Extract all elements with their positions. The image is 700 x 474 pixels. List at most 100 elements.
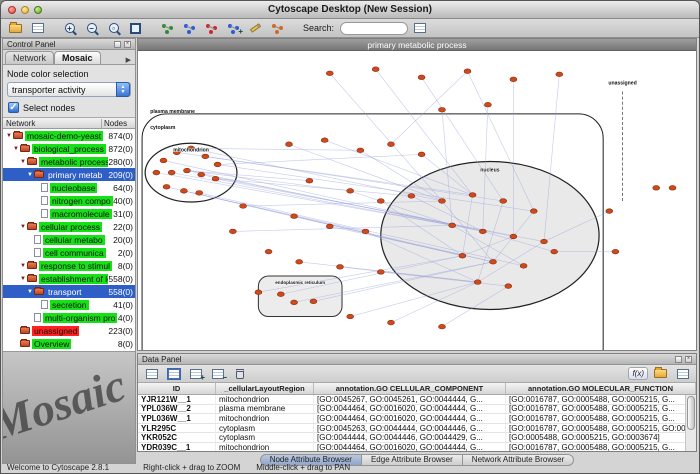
tree-column-network[interactable]: Network xyxy=(3,119,101,128)
graph-node[interactable] xyxy=(510,234,517,239)
tree-item-response-to-stimul[interactable]: ▼response to stimul8(0) xyxy=(3,259,135,272)
graph-node[interactable] xyxy=(479,229,486,234)
graph-node[interactable] xyxy=(606,209,613,214)
graph-node[interactable] xyxy=(357,148,364,153)
graph-node[interactable] xyxy=(321,138,328,143)
close-window-button[interactable] xyxy=(8,6,16,14)
graph-node[interactable] xyxy=(520,264,527,269)
graph-node[interactable] xyxy=(449,223,456,228)
tab-network[interactable]: Network xyxy=(5,51,54,64)
graph-node[interactable] xyxy=(377,199,384,204)
graph-node[interactable] xyxy=(484,102,491,107)
column-header-col3[interactable]: annotation.GO MOLECULAR_FUNCTION xyxy=(506,383,696,394)
graph-node[interactable] xyxy=(265,249,272,254)
graph-node[interactable] xyxy=(296,259,303,264)
graph-node[interactable] xyxy=(163,184,170,189)
column-header-col2[interactable]: annotation.GO CELLULAR_COMPONENT xyxy=(314,383,506,394)
tree-item-primary-metab[interactable]: ▼primary metab209(0) xyxy=(3,168,135,181)
tree-item-cellular-process[interactable]: ▼cellular process22(0) xyxy=(3,220,135,233)
edit-attributes-button[interactable] xyxy=(164,366,183,382)
expand-arrow-icon[interactable]: ▼ xyxy=(26,172,34,178)
graph-node[interactable] xyxy=(408,194,415,199)
tree-item-biological-process[interactable]: ▼biological_process872(0) xyxy=(3,142,135,155)
graph-node[interactable] xyxy=(286,142,293,147)
window-titlebar[interactable]: Cytoscape Desktop (New Session) xyxy=(1,1,699,19)
search-options-button[interactable] xyxy=(410,20,429,36)
expand-arrow-icon[interactable]: ▼ xyxy=(19,224,27,230)
attribute-matrix-button[interactable] xyxy=(673,366,692,382)
expand-arrow-icon[interactable]: ▼ xyxy=(12,146,20,152)
close-panel-icon[interactable]: × xyxy=(124,41,131,48)
graph-node[interactable] xyxy=(377,270,384,275)
tree-column-nodes[interactable]: Nodes xyxy=(101,119,135,128)
open-session-button[interactable] xyxy=(6,20,25,36)
expand-arrow-icon[interactable]: ▼ xyxy=(5,133,13,139)
graph-node[interactable] xyxy=(510,77,517,82)
scrollbar-thumb[interactable] xyxy=(687,396,695,430)
float-panel-icon[interactable] xyxy=(675,356,682,363)
graph-node[interactable] xyxy=(418,152,425,157)
network-canvas[interactable]: plasma membranecytoplasmmitochondrionnuc… xyxy=(138,51,696,350)
graph-node[interactable] xyxy=(469,193,476,198)
graph-node[interactable] xyxy=(551,249,558,254)
annotation-button[interactable] xyxy=(246,20,265,36)
graph-node[interactable] xyxy=(669,185,676,190)
close-panel-icon[interactable]: × xyxy=(685,356,692,363)
zoom-window-button[interactable] xyxy=(34,6,42,14)
graph-node[interactable] xyxy=(240,204,247,209)
tree-item-overview[interactable]: Overview8(0) xyxy=(3,337,135,350)
graph-node[interactable] xyxy=(291,300,298,305)
graph-node[interactable] xyxy=(347,314,354,319)
clear-selection-button[interactable] xyxy=(230,366,249,382)
table-scrollbar[interactable] xyxy=(685,395,696,451)
graph-node[interactable] xyxy=(612,249,619,254)
color-mode-dropdown[interactable]: transporter activity ▲▼ xyxy=(7,82,131,97)
expand-arrow-icon[interactable]: ▼ xyxy=(19,263,27,269)
tree-item-transport[interactable]: ▼transport558(0) xyxy=(3,285,135,298)
graph-node[interactable] xyxy=(202,154,209,159)
graph-node[interactable] xyxy=(388,142,395,147)
tree-item-nitrogen-compo[interactable]: nitrogen compo40(0) xyxy=(3,194,135,207)
graph-node[interactable] xyxy=(439,324,446,329)
table-row[interactable]: YLR295Ccytoplasm[GO:0045263, GO:0044444,… xyxy=(138,424,696,434)
graph-node[interactable] xyxy=(490,259,497,264)
expand-arrow-icon[interactable]: ▼ xyxy=(26,289,34,295)
expand-arrow-icon[interactable]: ▼ xyxy=(19,159,27,165)
save-session-button[interactable] xyxy=(28,20,47,36)
graph-node[interactable] xyxy=(306,178,313,183)
graph-node[interactable] xyxy=(337,265,344,270)
graph-node[interactable] xyxy=(212,176,219,181)
graph-node[interactable] xyxy=(198,172,205,177)
tree-item-cell-communica[interactable]: cell communica2(0) xyxy=(3,246,135,259)
tree-item-secretion[interactable]: secretion41(0) xyxy=(3,298,135,311)
graph-node[interactable] xyxy=(530,209,537,214)
import-attributes-button[interactable] xyxy=(651,366,670,382)
tab-mosaic[interactable]: Mosaic xyxy=(54,51,101,64)
tree-item-unassigned[interactable]: unassigned223(0) xyxy=(3,324,135,337)
graph-node[interactable] xyxy=(556,72,563,77)
graph-node[interactable] xyxy=(439,107,446,112)
graph-node[interactable] xyxy=(347,189,354,194)
graph-node[interactable] xyxy=(464,69,471,74)
graph-node[interactable] xyxy=(160,158,167,163)
graph-node[interactable] xyxy=(310,299,317,304)
column-header-id[interactable]: ID xyxy=(138,383,216,394)
graph-node[interactable] xyxy=(653,185,660,190)
select-nodes-checkbox[interactable]: ✓ xyxy=(8,102,19,113)
search-input[interactable] xyxy=(340,22,408,35)
tree-item-macromolecule[interactable]: macromolecule31(0) xyxy=(3,207,135,220)
graph-node[interactable] xyxy=(277,292,284,297)
table-row[interactable]: YPL036W__2plasma membrane[GO:0044464, GO… xyxy=(138,405,696,415)
expand-arrow-icon[interactable]: ▼ xyxy=(19,276,27,282)
graph-node[interactable] xyxy=(372,67,379,72)
graph-node[interactable] xyxy=(326,224,333,229)
import-network-button[interactable] xyxy=(202,20,221,36)
graph-node[interactable] xyxy=(459,253,466,258)
graph-node[interactable] xyxy=(418,75,425,80)
table-row[interactable]: YJR121W__1mitochondrion[GO:0045267, GO:0… xyxy=(138,395,696,405)
tree-item-cellular-metabo[interactable]: cellular metabo20(0) xyxy=(3,233,135,246)
graph-node[interactable] xyxy=(388,320,395,325)
minimize-window-button[interactable] xyxy=(21,6,29,14)
graph-node[interactable] xyxy=(196,191,203,196)
show-graphics-details-button[interactable] xyxy=(158,20,177,36)
